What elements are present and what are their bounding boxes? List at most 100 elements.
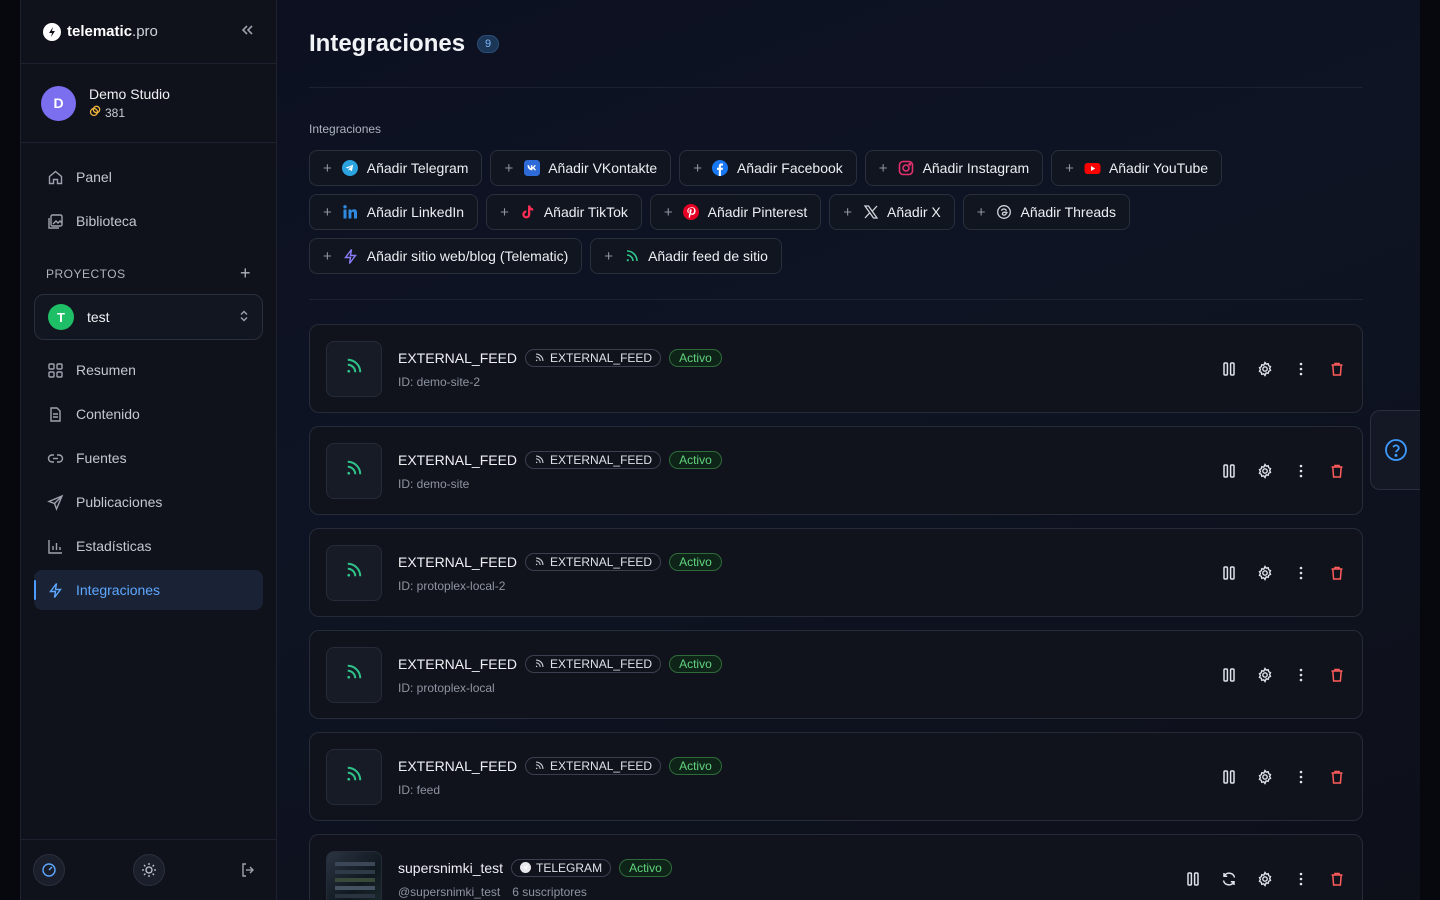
plus-icon: + [693, 159, 702, 177]
projects-heading-label: PROYECTOS [46, 266, 126, 281]
add-telegram-button[interactable]: + Añadir Telegram [309, 150, 483, 186]
more-button[interactable] [1292, 462, 1310, 480]
x-icon [862, 204, 879, 221]
more-button[interactable] [1292, 564, 1310, 582]
youtube-icon [1084, 160, 1101, 177]
sidebar-item-biblioteca[interactable]: Biblioteca [34, 201, 263, 241]
settings-button[interactable] [1256, 360, 1274, 378]
refresh-button[interactable] [1220, 870, 1238, 888]
delete-button[interactable] [1328, 564, 1346, 582]
integration-name: EXTERNAL_FEED [398, 553, 518, 570]
add-tiktok-button[interactable]: + Añadir TikTok [486, 194, 642, 230]
feed-thumbnail [326, 340, 382, 397]
rss-icon [534, 454, 545, 465]
help-button[interactable] [1370, 410, 1420, 490]
pause-button[interactable] [1220, 360, 1238, 378]
sidebar-footer [21, 839, 276, 900]
rss-icon [344, 356, 364, 381]
add-button-label: Añadir Threads [1020, 204, 1116, 220]
add-button-label: Añadir YouTube [1108, 160, 1209, 176]
integration-meta-item: ID: feed [398, 782, 441, 797]
add-lightning-button[interactable]: + Añadir sitio web/blog (Telematic) [309, 238, 583, 274]
delete-button[interactable] [1328, 360, 1346, 378]
logo-row: telematic.pro [21, 0, 276, 64]
add-button-label: Añadir VKontakte [548, 160, 658, 176]
home-icon [46, 168, 64, 186]
lightning-icon [342, 248, 359, 265]
settings-button[interactable] [1256, 768, 1274, 786]
delete-button[interactable] [1328, 870, 1346, 888]
add-button-label: Añadir X [887, 204, 941, 220]
pause-button[interactable] [1184, 870, 1202, 888]
project-avatar: T [48, 304, 74, 330]
add-x-button[interactable]: + Añadir X [829, 194, 955, 230]
settings-button[interactable] [1256, 462, 1274, 480]
integration-card: EXTERNAL_FEED EXTERNAL_FEED Activo ID: prot… [309, 528, 1363, 617]
integration-title-row: supersnimki_test TELEGRAM Activo [398, 858, 1184, 877]
studio-switcher[interactable]: D Demo Studio 381 [21, 64, 276, 143]
integration-meta: ID: demo-site-2 [398, 375, 1220, 389]
plus-icon: + [843, 203, 853, 221]
settings-button[interactable] [1256, 564, 1274, 582]
sidebar-item-fuentes[interactable]: Fuentes [34, 438, 263, 478]
plus-icon: + [500, 203, 509, 221]
integration-type-badge: EXTERNAL_FEED [525, 552, 662, 571]
add-vk-button[interactable]: + Añadir VKontakte [490, 150, 672, 186]
more-button[interactable] [1292, 360, 1310, 378]
speed-gauge-button[interactable] [33, 854, 65, 886]
pause-button[interactable] [1220, 462, 1238, 480]
add-youtube-button[interactable]: + Añadir YouTube [1051, 150, 1223, 186]
sidebar-item-contenido[interactable]: Contenido [34, 394, 263, 434]
add-project-icon[interactable]: + [240, 263, 251, 284]
facebook-icon [712, 160, 729, 177]
logout-icon[interactable] [232, 854, 264, 886]
project-selector[interactable]: T test [34, 294, 263, 340]
plus-icon: + [1065, 159, 1074, 177]
delete-button[interactable] [1328, 768, 1346, 786]
integration-title-row: EXTERNAL_FEED EXTERNAL_FEED Activo [398, 756, 1220, 775]
delete-button[interactable] [1328, 666, 1346, 684]
telegram-icon [520, 862, 532, 873]
brand-logo[interactable]: telematic.pro [43, 22, 158, 41]
sidebar-item-publicaciones[interactable]: Publicaciones [34, 482, 263, 522]
add-rss-button[interactable]: + Añadir feed de sitio [590, 238, 782, 274]
coins-icon [89, 105, 101, 120]
add-linkedin-button[interactable]: + Añadir LinkedIn [309, 194, 479, 230]
status-badge: Activo [619, 858, 672, 877]
add-pinterest-button[interactable]: + Añadir Pinterest [649, 194, 822, 230]
integration-name: EXTERNAL_FEED [398, 757, 518, 774]
delete-button[interactable] [1328, 462, 1346, 480]
add-instagram-button[interactable]: + Añadir Instagram [864, 150, 1044, 186]
more-button[interactable] [1292, 666, 1310, 684]
collapse-sidebar-icon[interactable] [240, 23, 254, 40]
integration-title-row: EXTERNAL_FEED EXTERNAL_FEED Activo [398, 654, 1220, 673]
feed-thumbnail [326, 646, 382, 703]
settings-button[interactable] [1256, 666, 1274, 684]
theme-toggle-button[interactable] [132, 854, 165, 886]
feed-thumbnail [326, 748, 382, 805]
add-facebook-button[interactable]: + Añadir Facebook [679, 150, 857, 186]
channel-avatar [326, 850, 382, 900]
integration-type-label: EXTERNAL_FEED [550, 452, 653, 467]
integration-type-badge: EXTERNAL_FEED [525, 654, 662, 673]
settings-button[interactable] [1256, 870, 1274, 888]
integration-meta-item: @supersnimki_test [398, 884, 501, 899]
pause-button[interactable] [1220, 564, 1238, 582]
studio-avatar: D [41, 85, 76, 121]
more-button[interactable] [1292, 768, 1310, 786]
sidebar-item-estadisticas[interactable]: Estadísticas [34, 526, 263, 566]
add-button-label: Añadir feed de sitio [648, 248, 768, 264]
integration-card: supersnimki_test TELEGRAM Activo @supersnim… [309, 834, 1363, 900]
instagram-icon [898, 160, 915, 177]
integration-name: EXTERNAL_FEED [398, 655, 518, 672]
sidebar-item-resumen[interactable]: Resumen [34, 350, 263, 390]
add-threads-button[interactable]: + Añadir Threads [962, 194, 1130, 230]
pause-button[interactable] [1220, 666, 1238, 684]
plus-icon: + [323, 247, 332, 265]
pause-button[interactable] [1220, 768, 1238, 786]
sidebar-item-integraciones[interactable]: Integraciones [34, 570, 263, 610]
integration-type-label: EXTERNAL_FEED [550, 758, 653, 773]
add-integrations-label: Integraciones [309, 122, 382, 136]
sidebar-item-panel[interactable]: Panel [34, 157, 263, 197]
more-button[interactable] [1292, 870, 1310, 888]
